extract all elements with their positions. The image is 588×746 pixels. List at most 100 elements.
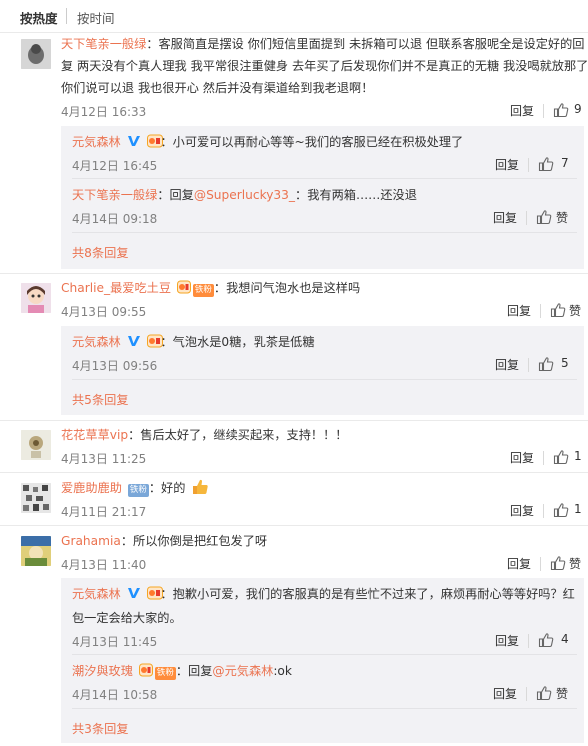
fan-level-icon (146, 134, 163, 148)
avatar[interactable] (21, 283, 51, 313)
like-count: 1 (574, 502, 582, 516)
username-link[interactable]: Charlie_最爱吃土豆 (61, 281, 171, 295)
comment-text: Grahamia：所以你倒是把红包发了呀 (61, 534, 268, 548)
more-replies-link[interactable]: 共3条回复 (72, 719, 129, 737)
comment-text-line: 你们说可以退 我也很开心 然后并没有渠道给到我老退啊！ (61, 81, 374, 95)
action-divider (543, 451, 544, 465)
action-divider (528, 358, 529, 372)
verified-icon (127, 134, 141, 148)
like-icon[interactable] (538, 156, 554, 172)
divider (0, 525, 588, 526)
like-count: 赞 (569, 304, 582, 318)
username-link[interactable]: 花花草草vip (61, 428, 128, 442)
mention-link[interactable]: @元気森林 (212, 664, 273, 678)
username-link[interactable]: 元気森林 (72, 135, 121, 149)
divider (72, 654, 577, 655)
comment-text-line: 复 两天没有个真人理我 我平常很注重健身 去年买了后发现你们并不是真正的无糖 我… (61, 59, 588, 73)
more-replies-link[interactable]: 共8条回复 (72, 243, 129, 261)
avatar[interactable] (21, 39, 51, 69)
reply-text: 天下笔亲一般绿：回复@Superlucky33_：我有两箱……还没退 (72, 188, 417, 202)
like-count: 9 (574, 102, 582, 116)
sort-by-hot[interactable]: 按热度 (20, 8, 58, 27)
like-count: 赞 (556, 211, 569, 225)
action-divider (540, 557, 541, 571)
comment-text: 天下笔亲一般绿：客服简直是摆设 你们短信里面提到 未拆箱可以退 但联系客服呢全是… (61, 37, 585, 51)
username-link[interactable]: 爱鹿助鹿助 (61, 481, 122, 495)
username-link[interactable]: 天下笔亲一般绿 (61, 37, 146, 51)
comment-text: Charlie_最爱吃土豆 铁粉 ：我想问气泡水也是这样吗 (61, 280, 361, 297)
reply-button[interactable]: 回复 (495, 356, 519, 373)
avatar[interactable] (21, 536, 51, 566)
action-divider (526, 211, 527, 225)
like-count: 4 (561, 632, 569, 646)
like-icon[interactable] (536, 209, 552, 225)
thumbs-up-emoji-icon (191, 479, 209, 495)
action-divider (543, 104, 544, 118)
fan-badge: 铁粉 (127, 484, 149, 497)
comment-text: 爱鹿助鹿助 铁粉 ：好的 (61, 477, 209, 499)
divider (72, 232, 577, 233)
divider (0, 420, 588, 421)
reply-text: 元気森林 ：小可爱可以再耐心等等~我们的客服已经在积极处理了 (72, 134, 464, 149)
action-divider (528, 634, 529, 648)
divider (0, 472, 588, 473)
action-divider (526, 687, 527, 701)
like-icon[interactable] (538, 356, 554, 372)
like-icon[interactable] (553, 449, 569, 465)
reply-button[interactable]: 回复 (493, 209, 517, 226)
reply-button[interactable]: 回复 (493, 685, 517, 702)
divider (0, 273, 588, 274)
sort-divider (66, 8, 67, 24)
reply-button[interactable]: 回复 (510, 502, 534, 519)
reply-button[interactable]: 回复 (495, 632, 519, 649)
reply-date: 4月13日 09:56 (72, 359, 158, 373)
divider (72, 708, 577, 709)
reply-button[interactable]: 回复 (510, 449, 534, 466)
reply-button[interactable]: 回复 (507, 555, 531, 572)
like-icon[interactable] (536, 685, 552, 701)
like-icon[interactable] (553, 502, 569, 518)
username-link[interactable]: 天下笔亲一般绿 (72, 188, 157, 202)
like-icon[interactable] (550, 555, 566, 571)
reply-text: 元気森林 ：抱歉小可爱，我们的客服真的是有些忙不过来了，麻烦再耐心等等好吗？红 (72, 586, 575, 601)
fan-badge: 铁粉 (192, 284, 214, 297)
like-count: 1 (574, 449, 582, 463)
reply-date: 4月14日 09:18 (72, 212, 158, 226)
verified-icon (127, 586, 141, 600)
action-divider (543, 504, 544, 518)
action-divider (540, 304, 541, 318)
reply-date: 4月14日 10:58 (72, 688, 158, 702)
like-count: 5 (561, 356, 569, 370)
fan-level-icon (146, 334, 163, 348)
reply-text: 元気森林 ：气泡水是0糖，乳茶是低糖 (72, 334, 315, 349)
sort-by-time[interactable]: 按时间 (77, 8, 115, 27)
like-icon[interactable] (553, 102, 569, 118)
reply-button[interactable]: 回复 (510, 102, 534, 119)
comment-date: 4月13日 09:55 (61, 305, 147, 319)
username-link[interactable]: 元気森林 (72, 335, 121, 349)
like-icon[interactable] (550, 302, 566, 318)
like-count: 赞 (569, 557, 582, 571)
fan-level-icon (138, 663, 153, 677)
action-divider (528, 158, 529, 172)
username-link[interactable]: Grahamia (61, 534, 121, 548)
fan-badge: 铁粉 (154, 667, 176, 680)
comment-text: 花花草草vip：售后太好了，继续买起来，支持！！！ (61, 428, 348, 442)
fan-level-icon (146, 586, 163, 600)
verified-icon (127, 334, 141, 348)
comment-date: 4月12日 16:33 (61, 105, 147, 119)
reply-text-line: 包一定会给大家的。 (72, 611, 182, 625)
comment-date: 4月13日 11:40 (61, 558, 147, 572)
more-replies-link[interactable]: 共5条回复 (72, 390, 129, 408)
mention-link[interactable]: @Superlucky33_ (194, 188, 295, 202)
like-icon[interactable] (538, 632, 554, 648)
username-link[interactable]: 潮汐與玫瑰 (72, 664, 133, 678)
reply-button[interactable]: 回复 (507, 302, 531, 319)
avatar[interactable] (21, 483, 51, 513)
divider (72, 178, 577, 179)
reply-date: 4月13日 11:45 (72, 635, 158, 649)
reply-date: 4月12日 16:45 (72, 159, 158, 173)
username-link[interactable]: 元気森林 (72, 587, 121, 601)
avatar[interactable] (21, 430, 51, 460)
reply-button[interactable]: 回复 (495, 156, 519, 173)
